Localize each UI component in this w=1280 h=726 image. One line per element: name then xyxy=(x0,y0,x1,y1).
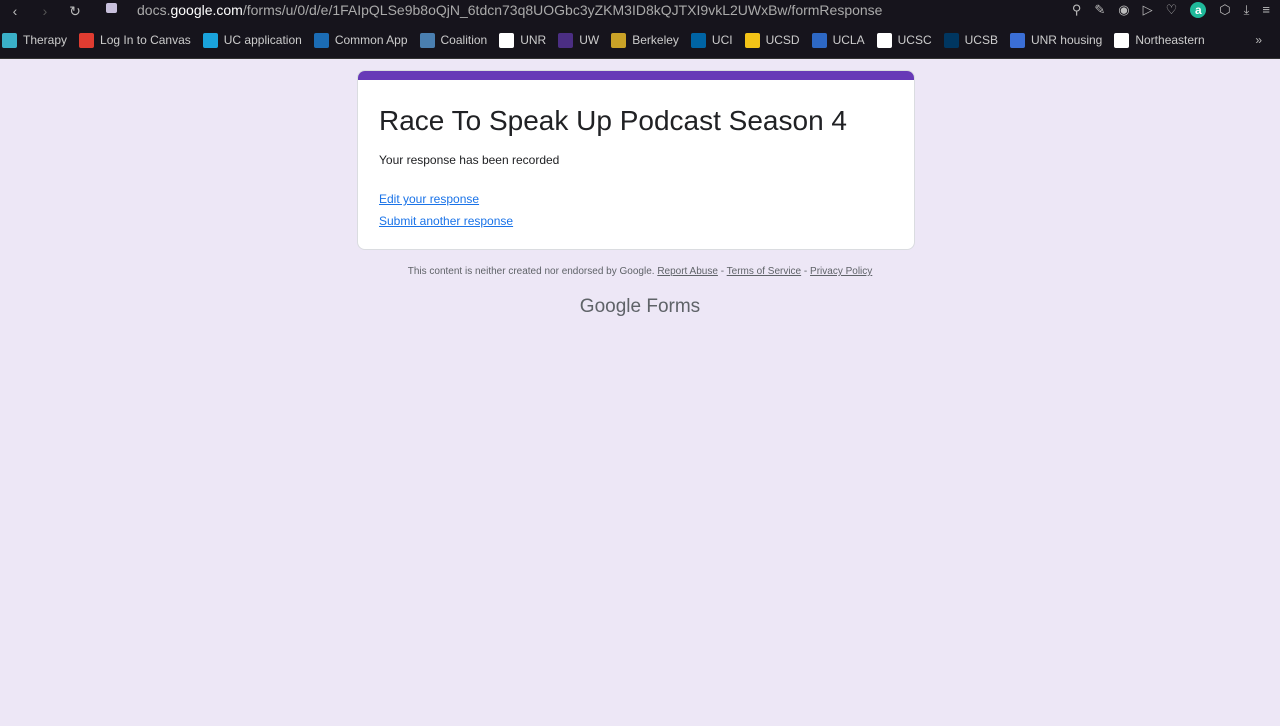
report-abuse-link[interactable]: Report Abuse xyxy=(657,266,718,277)
bookmark-item[interactable]: Coalition xyxy=(419,32,488,48)
bookmark-item[interactable]: UC application xyxy=(202,32,302,48)
more-bookmarks-icon[interactable]: » xyxy=(1255,33,1262,47)
lock-icon xyxy=(106,3,117,13)
back-icon[interactable]: ‹ xyxy=(0,3,30,19)
send-icon[interactable]: ▷ xyxy=(1143,2,1153,18)
bookmark-favicon-icon xyxy=(558,32,574,48)
bookmark-label: UCSC xyxy=(897,33,932,47)
bookmark-item[interactable]: UW xyxy=(558,32,600,48)
bookmark-favicon-icon xyxy=(611,32,627,48)
bookmark-label: Berkeley xyxy=(632,33,679,47)
bookmark-favicon-icon xyxy=(313,32,329,48)
bookmark-item[interactable]: UCLA xyxy=(811,32,865,48)
heart-icon[interactable]: ♡ xyxy=(1166,2,1178,18)
reload-icon[interactable]: ↻ xyxy=(60,3,90,20)
cube-icon[interactable]: ⬡ xyxy=(1219,2,1230,18)
bookmark-item[interactable]: Common App xyxy=(313,32,408,48)
bookmark-label: Northeastern xyxy=(1135,33,1205,47)
bookmark-label: UNR xyxy=(520,33,547,47)
bookmark-label: UCSB xyxy=(964,33,998,47)
bookmark-favicon-icon xyxy=(2,32,17,48)
bookmark-favicon-icon xyxy=(202,32,218,48)
bookmark-item[interactable]: UCI xyxy=(690,32,733,48)
bookmark-favicon-icon xyxy=(744,32,760,48)
bookmark-favicon-icon xyxy=(811,32,827,48)
url-domain: google.com xyxy=(170,2,243,18)
disclaimer: This content is neither created nor endo… xyxy=(407,266,655,277)
form-accent-bar xyxy=(358,71,914,80)
bookmark-label: Therapy xyxy=(23,33,68,47)
bookmark-label: Coalition xyxy=(440,33,488,47)
download-icon[interactable]: ⤓ xyxy=(1244,2,1250,18)
bookmark-label: UW xyxy=(579,33,600,47)
bookmark-favicon-icon xyxy=(1009,32,1025,48)
edit-response-link[interactable]: Edit your response xyxy=(379,192,479,206)
bookmark-item[interactable]: UNR housing xyxy=(1009,32,1103,48)
privacy-link[interactable]: Privacy Policy xyxy=(810,266,872,277)
bookmark-item[interactable]: UCSC xyxy=(876,32,932,48)
bookmark-favicon-icon xyxy=(943,32,959,48)
bookmark-label: UCLA xyxy=(832,33,865,47)
browser-toolbar: ‹ › ↻ docs.google.com/forms/u/0/d/e/1FAI… xyxy=(0,0,1280,22)
bookmark-label: UC application xyxy=(223,33,302,47)
bookmarks-bar: Therapy Log In to Canvas UC application Com… xyxy=(0,22,1280,59)
bookmark-favicon-icon xyxy=(79,32,95,48)
bookmark-item[interactable]: UNR xyxy=(499,32,547,48)
logo-forms: Forms xyxy=(646,296,701,317)
search-icon[interactable]: ⚲ xyxy=(1072,2,1082,18)
edit-icon[interactable]: ✎ xyxy=(1094,2,1105,18)
terms-link[interactable]: Terms of Service xyxy=(727,266,801,277)
camera-icon[interactable]: ◉ xyxy=(1118,2,1129,18)
bookmark-item[interactable]: Northeastern xyxy=(1114,32,1205,48)
bookmark-label: UCI xyxy=(711,33,733,47)
google-forms-logo[interactable]: Google Forms xyxy=(0,296,1280,318)
url-path: /forms/u/0/d/e/1FAIpQLSe9b8oQjN_6tdcn73q… xyxy=(242,2,883,18)
separator: - xyxy=(803,266,808,277)
url-prefix: docs. xyxy=(137,2,171,18)
bookmark-item[interactable]: Berkeley xyxy=(611,32,679,48)
bookmark-label: UNR housing xyxy=(1030,33,1103,47)
form-title: Race To Speak Up Podcast Season 4 xyxy=(379,105,848,136)
bookmark-favicon-icon xyxy=(876,32,892,48)
bookmark-item[interactable]: Log In to Canvas xyxy=(79,32,191,48)
form-card: Race To Speak Up Podcast Season 4 Your r… xyxy=(357,70,915,250)
bookmark-label: Log In to Canvas xyxy=(100,33,191,47)
bookmark-label: UCSD xyxy=(765,33,800,47)
address-bar[interactable]: docs.google.com/forms/u/0/d/e/1FAIpQLSe9… xyxy=(137,2,882,18)
bookmark-favicon-icon xyxy=(499,32,515,48)
footer: This content is neither created nor endo… xyxy=(0,266,1280,277)
separator: - xyxy=(720,266,725,277)
forward-icon[interactable]: › xyxy=(30,3,60,19)
menu-icon[interactable]: ≡ xyxy=(1262,2,1270,18)
confirmation-message: Your response has been recorded xyxy=(379,153,560,167)
bookmark-favicon-icon xyxy=(690,32,706,48)
bookmark-item[interactable]: Therapy xyxy=(2,32,68,48)
bookmark-favicon-icon xyxy=(1114,32,1130,48)
account-avatar[interactable]: a xyxy=(1190,2,1207,18)
bookmark-label: Common App xyxy=(334,33,408,47)
bookmark-favicon-icon xyxy=(419,32,435,48)
bookmark-item[interactable]: UCSB xyxy=(943,32,998,48)
logo-google: Google xyxy=(579,296,642,317)
submit-another-link[interactable]: Submit another response xyxy=(379,214,513,228)
bookmark-item[interactable]: UCSD xyxy=(744,32,800,48)
